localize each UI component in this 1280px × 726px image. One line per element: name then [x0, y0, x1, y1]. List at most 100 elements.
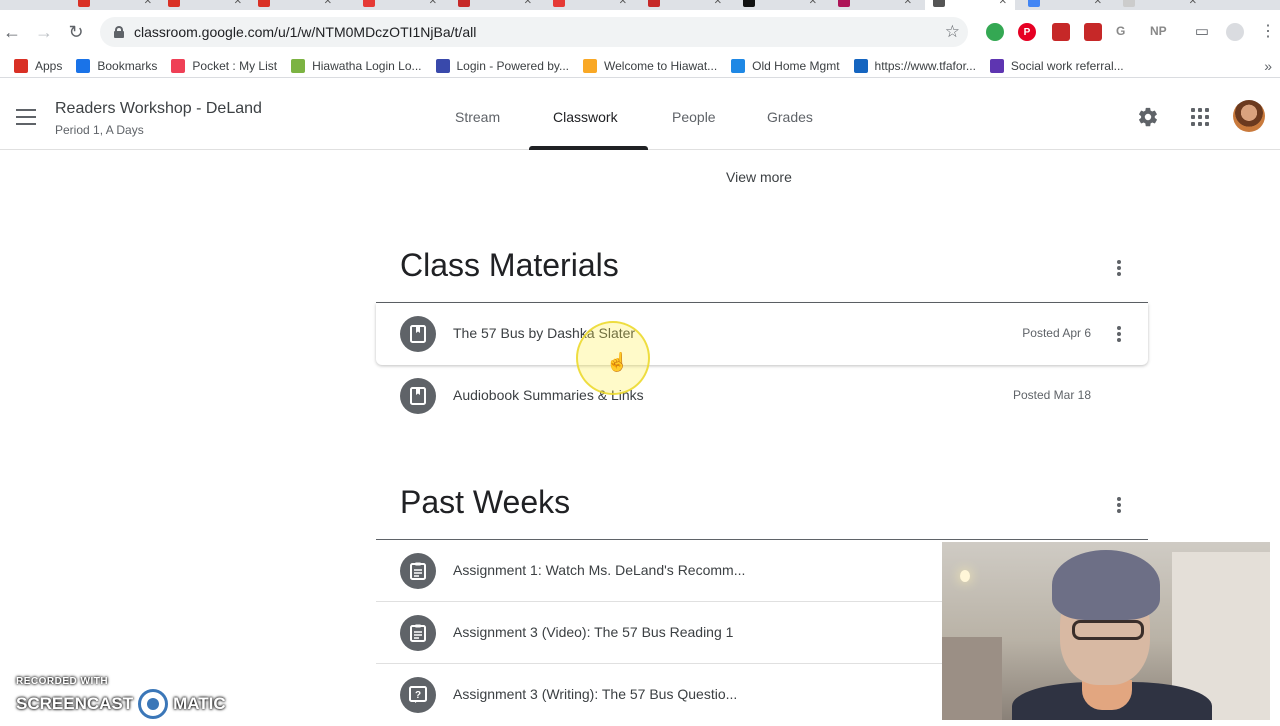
hiawatha-icon	[291, 58, 306, 73]
classroom-icon	[933, 0, 945, 7]
tab-stream[interactable]: Stream	[455, 109, 500, 125]
globe-icon	[731, 58, 746, 73]
question-icon: ?	[400, 677, 436, 713]
avatar[interactable]	[1233, 100, 1265, 132]
close-tab-icon[interactable]: ✕	[324, 0, 332, 7]
bookmark-item[interactable]: Hiawatha Login Lo...	[291, 58, 422, 73]
profile-icon[interactable]	[1226, 23, 1244, 41]
browser-menu-icon[interactable]: ⋮	[1258, 22, 1278, 42]
settings-gear-icon[interactable]	[1137, 106, 1159, 128]
hand-cursor-icon: ☝	[606, 352, 629, 372]
google-apps-icon[interactable]	[1191, 108, 1209, 126]
close-tab-icon[interactable]: ✕	[999, 0, 1007, 7]
more-bookmarks-icon[interactable]: »	[1264, 58, 1272, 74]
section-title-past-weeks: Past Weeks	[400, 484, 571, 520]
close-tab-icon[interactable]: ✕	[524, 0, 532, 7]
bookmark-label: Social work referral...	[1010, 58, 1124, 73]
assignment-icon	[400, 615, 436, 651]
browser-tab[interactable]: ✕	[640, 0, 730, 10]
watermark-logo-icon	[138, 689, 169, 719]
site-icon	[648, 0, 660, 7]
bookmark-item[interactable]: Old Home Mgmt	[731, 58, 840, 73]
extension-badge-icon[interactable]	[1052, 23, 1070, 41]
bookmark-item[interactable]: Bookmarks	[76, 58, 158, 73]
location-pin-icon	[583, 58, 598, 73]
pinterest-icon[interactable]: P	[1018, 23, 1036, 41]
bookmark-star-icon[interactable]: ☆	[945, 22, 960, 42]
close-tab-icon[interactable]: ✕	[904, 0, 912, 7]
browser-tab[interactable]: ✕	[1020, 0, 1110, 10]
forward-arrow-icon[interactable]: →	[34, 22, 54, 42]
tab-classwork[interactable]: Classwork	[553, 109, 618, 125]
gmail-icon	[78, 0, 90, 7]
tab-grades[interactable]: Grades	[767, 109, 813, 125]
bookmark-label: Pocket : My List	[192, 58, 278, 73]
browser-tab[interactable]: ✕	[830, 0, 920, 10]
browser-tab[interactable]: ✕	[160, 0, 250, 10]
browser-toolbar: ← → ↻ classroom.google.com/u/1/w/NTM0MDc…	[0, 10, 1280, 54]
close-tab-icon[interactable]: ✕	[144, 0, 152, 7]
close-tab-icon[interactable]: ✕	[714, 0, 722, 7]
bookmark-item[interactable]: Social work referral...	[989, 58, 1124, 73]
tfa-icon	[853, 58, 868, 73]
question-title: Assignment 3 (Writing): The 57 Bus Quest…	[453, 686, 738, 702]
bookmark-label: Hiawatha Login Lo...	[312, 58, 422, 73]
watermark-matic: MATIC	[173, 694, 226, 713]
main-menu-icon[interactable]	[16, 109, 36, 125]
bookmark-label: https://www.tfafor...	[874, 58, 976, 73]
classroom-header: Readers Workshop - DeLand Period 1, A Da…	[0, 85, 1280, 150]
bookmarks-bar: Apps Bookmarks Pocket : My List Hiawatha Lo…	[0, 54, 1280, 78]
section-more-icon[interactable]	[1117, 260, 1121, 276]
bookmark-label: Bookmarks	[97, 58, 158, 73]
gmail-icon	[168, 0, 180, 7]
class-title[interactable]: Readers Workshop - DeLand	[55, 100, 262, 118]
gmail-icon	[258, 0, 270, 7]
extension-badge-icon[interactable]	[1084, 23, 1102, 41]
browser-tab-active[interactable]: ✕	[925, 0, 1015, 10]
svg-text:?: ?	[415, 690, 421, 701]
browser-tab-strip: ✕ ✕ ✕ ✕ ✕ ✕ ✕ ✕ ✕ ✕ ✕ ✕	[0, 0, 1280, 10]
site-icon	[458, 0, 470, 7]
browser-tab[interactable]: ✕	[250, 0, 340, 10]
close-tab-icon[interactable]: ✕	[619, 0, 627, 7]
cast-icon[interactable]: ▭	[1192, 22, 1212, 42]
bookmark-item[interactable]: Welcome to Hiawat...	[583, 58, 717, 73]
powered-by-icon	[435, 58, 450, 73]
material-icon	[400, 316, 436, 352]
browser-tab[interactable]: ✕	[1115, 0, 1205, 10]
back-arrow-icon[interactable]: ←	[2, 22, 22, 42]
close-tab-icon[interactable]: ✕	[1189, 0, 1197, 7]
active-tab-indicator	[529, 146, 648, 150]
tab-people[interactable]: People	[672, 109, 716, 125]
material-row[interactable]: Audiobook Summaries & Links Posted Mar 1…	[376, 365, 1148, 427]
bookmark-item[interactable]: Login - Powered by...	[435, 58, 569, 73]
reload-icon[interactable]: ↻	[66, 22, 86, 42]
bookmark-item[interactable]: Pocket : My List	[171, 58, 278, 73]
extension-g-icon[interactable]: G	[1116, 24, 1125, 38]
address-bar[interactable]: classroom.google.com/u/1/w/NTM0MDczOTI1N…	[100, 17, 968, 47]
class-section: Period 1, A Days	[55, 123, 144, 137]
section-title-class-materials: Class Materials	[400, 247, 619, 283]
browser-tab[interactable]: ✕	[70, 0, 160, 10]
browser-tab[interactable]: ✕	[735, 0, 825, 10]
material-row[interactable]: The 57 Bus by Dashka Slater Posted Apr 6	[376, 303, 1148, 365]
close-tab-icon[interactable]: ✕	[429, 0, 437, 7]
close-tab-icon[interactable]: ✕	[234, 0, 242, 7]
webcam-shelf	[942, 637, 1002, 720]
close-tab-icon[interactable]: ✕	[809, 0, 817, 7]
item-more-icon[interactable]	[1117, 326, 1121, 342]
browser-tab[interactable]: ✕	[355, 0, 445, 10]
bookmark-item[interactable]: https://www.tfafor...	[853, 58, 976, 73]
url-text: classroom.google.com/u/1/w/NTM0MDczOTI1N…	[134, 24, 477, 40]
assignment-icon	[400, 553, 436, 589]
browser-tab[interactable]: ✕	[450, 0, 540, 10]
view-more-link[interactable]: View more	[726, 169, 792, 185]
star-icon	[76, 58, 91, 73]
extension-shield-icon[interactable]	[986, 23, 1004, 41]
section-more-icon[interactable]	[1117, 497, 1121, 513]
browser-tab[interactable]: ✕	[545, 0, 635, 10]
assignment-title: Assignment 1: Watch Ms. DeLand's Recomm.…	[453, 562, 746, 578]
extension-np-icon[interactable]: NP	[1150, 24, 1167, 38]
bookmark-item[interactable]: Apps	[14, 58, 62, 73]
close-tab-icon[interactable]: ✕	[1094, 0, 1102, 7]
